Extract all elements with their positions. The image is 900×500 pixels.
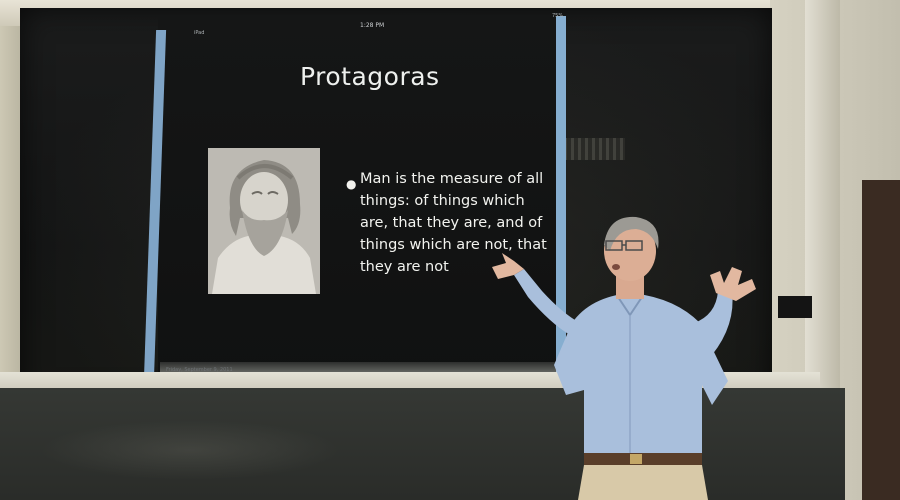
wall-sign xyxy=(778,296,812,318)
status-battery: 75% xyxy=(552,13,564,19)
lecturer-figure xyxy=(492,216,756,500)
lecture-scene: iPad 1:28 PM 75% Protagoras ● Man is the… xyxy=(0,0,900,500)
chalk-smudge xyxy=(40,420,340,480)
bust-image xyxy=(208,148,320,294)
bust-of-protagoras xyxy=(208,148,320,294)
status-device: iPad xyxy=(194,30,205,36)
status-time: 1:28 PM xyxy=(360,22,385,29)
door xyxy=(862,180,900,500)
slide-title: Protagoras xyxy=(300,62,440,91)
bullet-icon: ● xyxy=(346,177,357,191)
lecturer xyxy=(480,205,770,500)
